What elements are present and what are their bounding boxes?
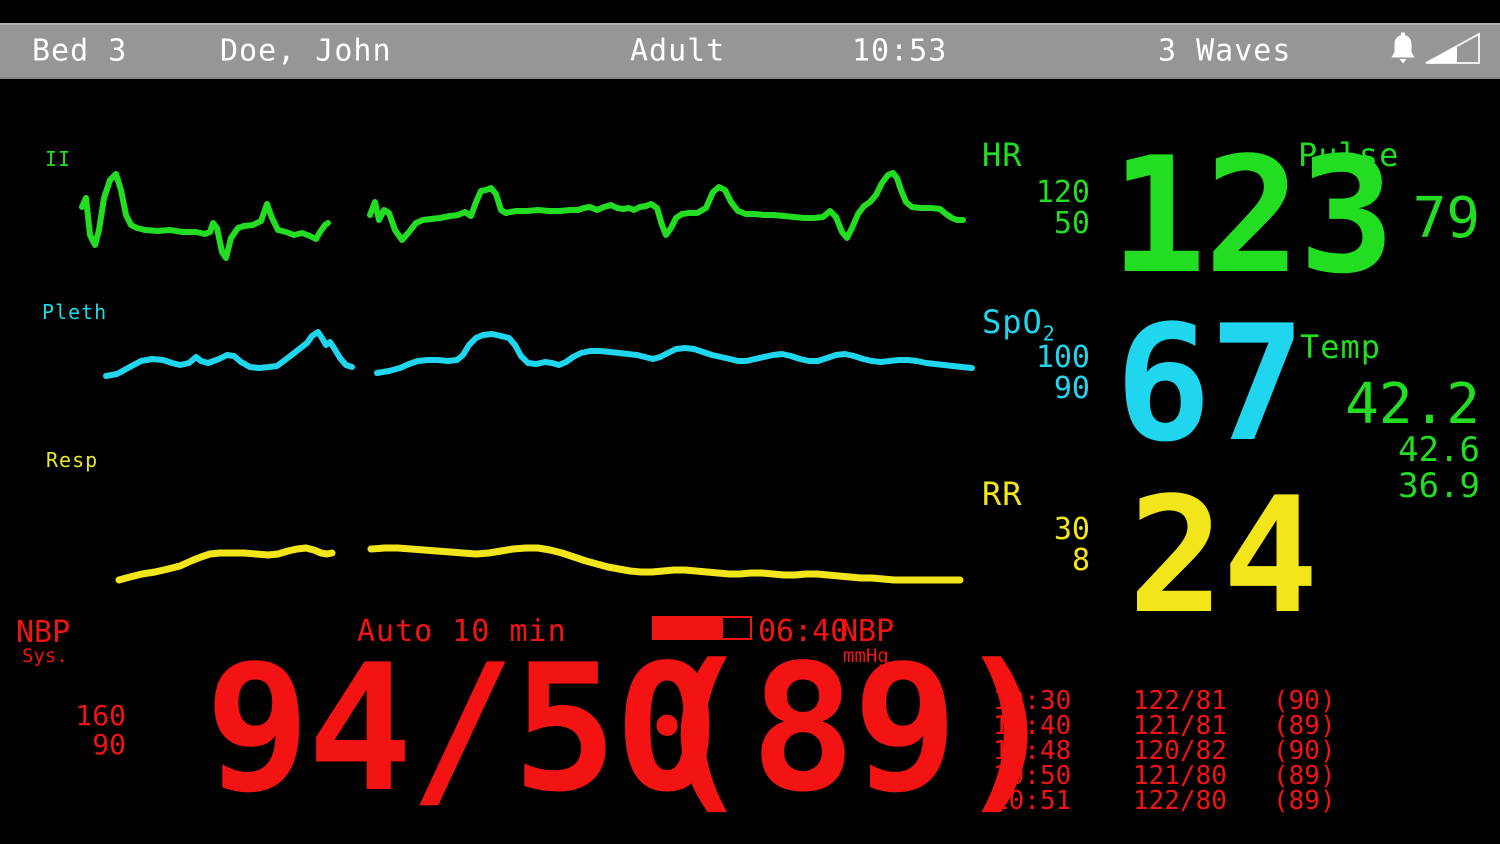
rr-alarm-limits[interactable]: 30 8 — [980, 512, 1090, 578]
clock-label: 10:53 — [852, 33, 948, 69]
nbp-countdown-progress-bar — [652, 616, 752, 640]
hr-label[interactable]: HR — [982, 136, 1023, 174]
pleth-trace-segment-left — [103, 329, 355, 379]
rr-limit-low: 8 — [1071, 542, 1090, 578]
waveform-traces — [79, 170, 975, 584]
nbp-history-bp: 122/80 — [1133, 786, 1227, 816]
temp-value[interactable]: 42.2 — [1260, 372, 1480, 437]
nbp-history-row: 10:51 122/80 (89) — [993, 786, 1383, 816]
rr-label[interactable]: RR — [982, 475, 1023, 513]
ecg-trace-segment-left — [79, 171, 331, 261]
nbp-history-table[interactable]: 10:30 122/81 (90) 10:40 121/81 (89) 10:48 120/8… — [993, 688, 1383, 816]
rr-limit-high: 30 — [1053, 512, 1090, 547]
pulse-label[interactable]: Pulse — [1298, 136, 1399, 174]
nbp-history-row: 10:30 122/81 (90) — [993, 688, 1383, 714]
nbp-history-time: 10:51 — [993, 786, 1072, 816]
nbp-history-row: 10:50 121/80 (89) — [993, 763, 1383, 789]
hr-alarm-limits[interactable]: 120 50 — [980, 175, 1090, 241]
spo2-limit-high: 100 — [1035, 340, 1090, 375]
pulse-value[interactable]: 79 — [1280, 186, 1480, 251]
rr-value[interactable]: 24 — [1128, 475, 1319, 635]
pleth-trace-segment-right — [374, 331, 975, 376]
volume-signal-icon[interactable] — [1424, 32, 1482, 70]
hr-limit-high: 120 — [1035, 175, 1090, 210]
header-icon-group — [1388, 32, 1482, 70]
nbp-countdown-progress-fill — [654, 618, 724, 638]
nbp-unit-title: NBP — [840, 614, 895, 649]
patient-monitor-screen: Bed 3 Doe, John Adult 10:53 3 Waves II P… — [0, 0, 1500, 844]
spo2-limit-low: 90 — [1053, 370, 1090, 406]
nbp-unit-label: mmHg — [843, 645, 889, 667]
patient-name-label[interactable]: Doe, John — [220, 34, 392, 69]
nbp-value[interactable]: 94/50 — [205, 642, 720, 816]
nbp-history-row: 10:48 120/82 (90) — [993, 738, 1383, 764]
wave-count-label[interactable]: 3 Waves — [1158, 34, 1291, 69]
nbp-history-map: (89) — [1273, 786, 1336, 816]
waveform-area: II Pleth Resp — [0, 80, 975, 610]
resp-trace-segment-right — [367, 544, 964, 584]
nbp-countdown-label: 06:40 — [758, 614, 849, 649]
temp-label[interactable]: Temp — [1300, 328, 1381, 366]
spo2-label-text: SpO — [982, 303, 1043, 341]
nbp-sublabel: Sys. — [22, 645, 68, 667]
resp-trace-segment-left — [115, 544, 336, 584]
hr-limit-low: 50 — [1053, 205, 1090, 241]
monitor-header-bar: Bed 3 Doe, John Adult 10:53 3 Waves — [0, 23, 1500, 79]
bell-icon[interactable] — [1388, 32, 1418, 70]
bed-label[interactable]: Bed 3 — [32, 34, 127, 69]
nbp-limit-low: 90 — [92, 727, 126, 761]
nbp-alarm-limits[interactable]: 160 90 — [30, 699, 126, 761]
spo2-alarm-limits[interactable]: 100 90 — [980, 340, 1090, 406]
nbp-history-row: 10:40 121/81 (89) — [993, 713, 1383, 739]
ecg-trace-segment-right — [367, 170, 966, 243]
nbp-limit-high: 160 — [75, 699, 126, 732]
patient-type-label[interactable]: Adult — [630, 34, 725, 69]
